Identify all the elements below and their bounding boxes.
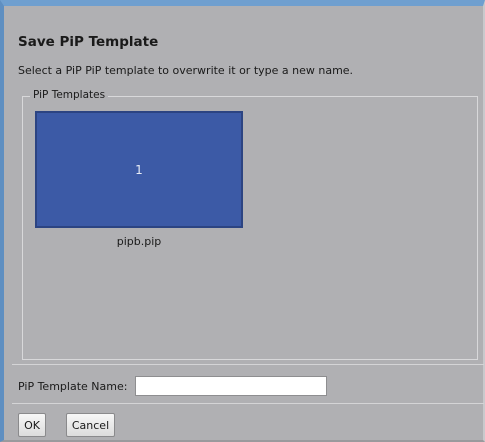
dialog-title: Save PiP Template xyxy=(18,34,159,50)
template-filename[interactable]: pipb.pip xyxy=(35,235,243,248)
template-thumbnail[interactable]: 1 xyxy=(35,111,243,228)
dialog-description: Select a PiP PiP template to overwrite i… xyxy=(18,64,354,77)
save-pip-template-dialog: Save PiP Template Select a PiP PiP templ… xyxy=(0,0,485,442)
pip-templates-legend: PiP Templates xyxy=(30,89,109,101)
pip-templates-group: PiP Templates 1 pipb.pip xyxy=(22,89,478,360)
template-name-label: PiP Template Name: xyxy=(18,380,128,393)
ok-button[interactable]: OK xyxy=(18,413,46,437)
divider xyxy=(12,364,484,365)
cancel-button[interactable]: Cancel xyxy=(66,413,115,437)
divider xyxy=(12,403,484,404)
template-name-input[interactable] xyxy=(135,376,327,396)
template-number: 1 xyxy=(135,162,143,177)
